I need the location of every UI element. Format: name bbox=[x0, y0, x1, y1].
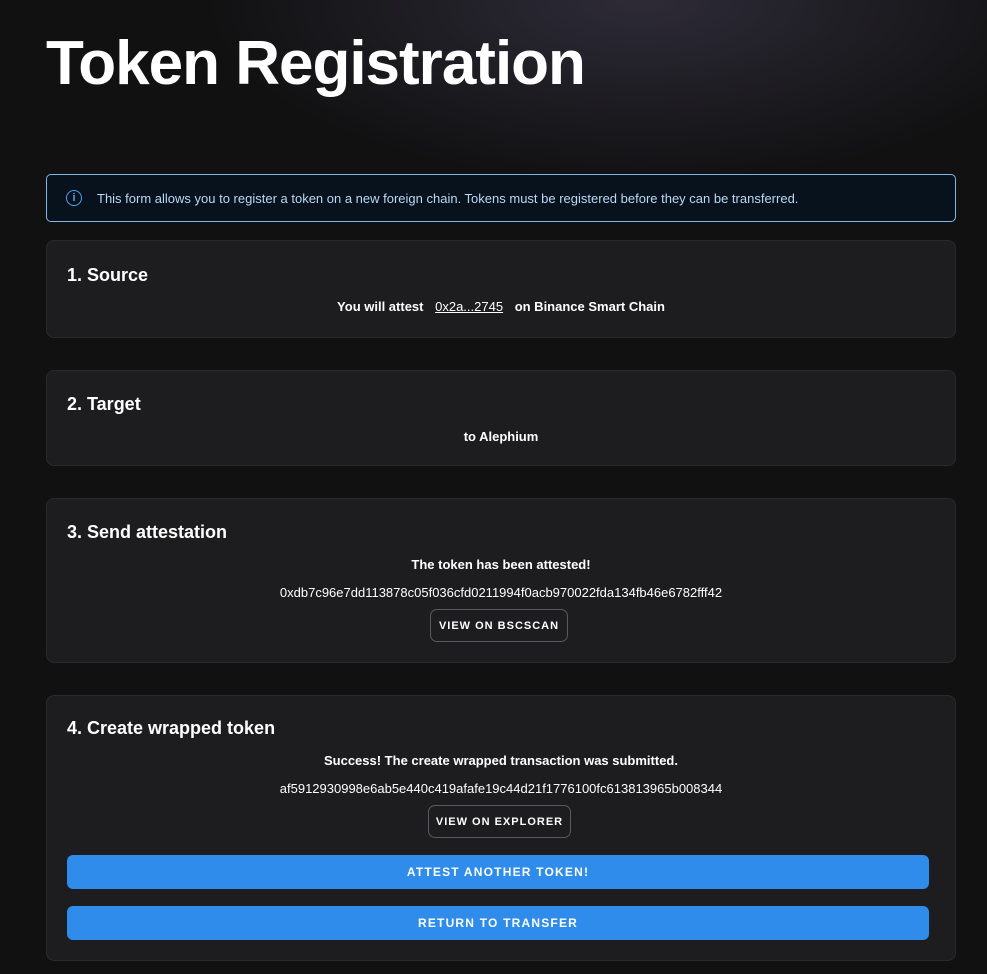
send-attestation-title: 3. Send attestation bbox=[67, 522, 228, 542]
attest-another-token-button[interactable]: ATTEST ANOTHER TOKEN! bbox=[67, 855, 929, 889]
info-text: This form allows you to register a token… bbox=[97, 190, 799, 206]
source-description: You will attest 0x2a...2745 on Binance S… bbox=[47, 299, 955, 314]
attestation-tx-hash: 0xdb7c96e7dd113878c05f036cfd0211994f0acb… bbox=[279, 585, 723, 600]
source-title: 1. Source bbox=[67, 265, 149, 285]
view-on-explorer-button[interactable]: VIEW ON EXPLORER bbox=[428, 805, 571, 838]
page-title: Token Registration bbox=[46, 29, 586, 98]
target-description: to Alephium bbox=[463, 429, 539, 444]
info-banner: i This form allows you to register a tok… bbox=[46, 174, 956, 222]
target-title: 2. Target bbox=[67, 394, 141, 414]
return-to-transfer-button[interactable]: RETURN TO TRANSFER bbox=[67, 906, 929, 940]
create-wrapped-tx-hash: af5912930998e6ab5e440c419afafe19c44d21f1… bbox=[279, 781, 723, 796]
source-prefix: You will attest bbox=[337, 299, 424, 314]
target-card: 2. Target to Alephium bbox=[46, 370, 956, 466]
source-suffix: on Binance Smart Chain bbox=[514, 299, 665, 314]
send-attestation-card: 3. Send attestation The token has been a… bbox=[46, 498, 956, 663]
view-on-bscscan-button[interactable]: VIEW ON BSCSCAN bbox=[430, 609, 568, 642]
create-wrapped-status: Success! The create wrapped transaction … bbox=[323, 753, 678, 768]
token-address-link[interactable]: 0x2a...2745 bbox=[435, 299, 503, 314]
source-card: 1. Source You will attest 0x2a...2745 on… bbox=[46, 240, 956, 338]
create-wrapped-title: 4. Create wrapped token bbox=[67, 718, 276, 738]
attestation-status: The token has been attested! bbox=[411, 557, 591, 572]
create-wrapped-card: 4. Create wrapped token Success! The cre… bbox=[46, 695, 956, 961]
info-icon: i bbox=[66, 190, 82, 206]
